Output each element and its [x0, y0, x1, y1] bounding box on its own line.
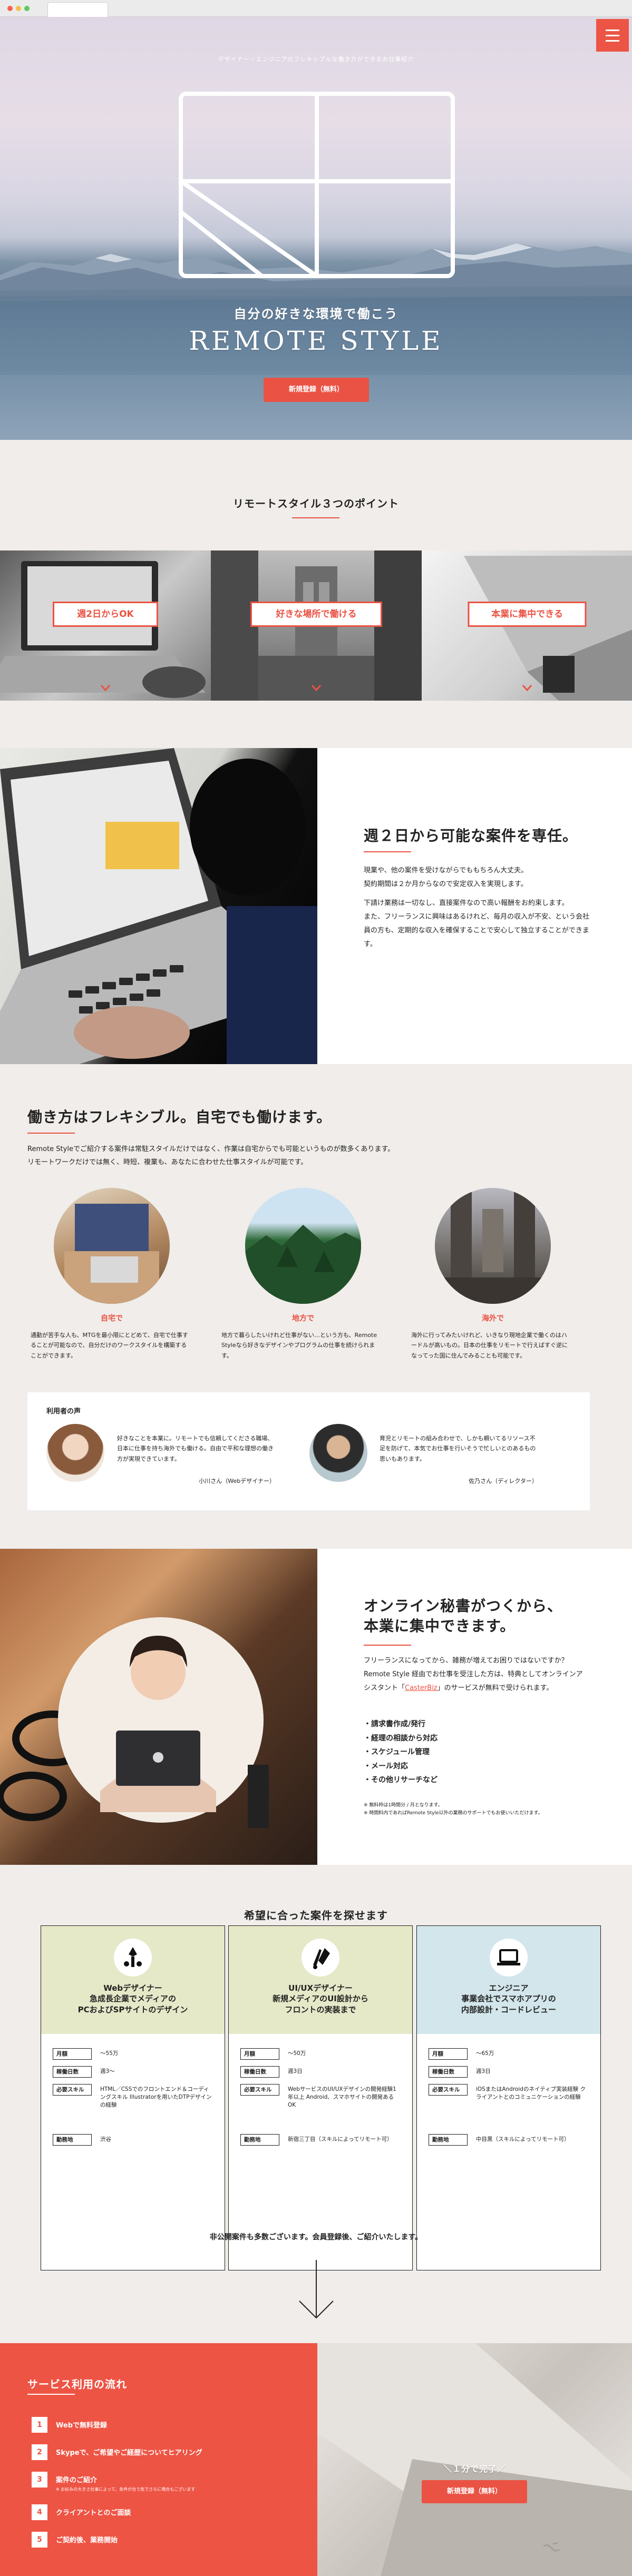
page: デザイナー・エンジニアのフレキシブルな働き方ができるお仕事紹介 自分の好きな環境… [0, 0, 632, 2576]
service-flow-underline [27, 2394, 75, 2395]
ui-designer-icon [302, 1939, 339, 1977]
list-item: ・経理の相談から対応 [364, 1734, 437, 1743]
list-item: ・その他リサーチなど [364, 1776, 437, 1785]
voice-name-2: 佐乃さん（ディレクター） [469, 1478, 538, 1484]
points-strip: 週2日からOK 好きな場所で働ける 本業に集中できる [0, 550, 632, 701]
voice-text-1: 好きなことを本業に。リモートでも信頼してくださる職場、日本に仕事を持ち海外でも働… [117, 1435, 274, 1462]
browser-titlebar [0, 0, 632, 17]
avatar [309, 1424, 367, 1482]
hero-tagline: デザイナー・エンジニアのフレキシブルな働き方ができるお仕事紹介 [218, 56, 414, 63]
job-card-web-designer[interactable]: Webデザイナー 急成長企業でメディアの PCおよびSPサイトのデザイン 月額〜… [41, 1925, 225, 2270]
voice-text-2: 育児とリモートの組み合わせで、しかも頼いてるリソース不足を防げて、本気でお仕事を… [380, 1435, 536, 1462]
laptop-work-photo [0, 748, 317, 1064]
point-panel-3[interactable]: 本業に集中できる [422, 550, 632, 701]
secretary-section: オンライン秘書がつくから、 本業に集中できます。 フリーランスになってから、雑務… [0, 1549, 632, 1865]
signup-panel: ⌥ ＼１分で完了／ 新規登録（無料） [317, 2343, 632, 2576]
secretary-body: フリーランスになってから、雑務が増えてお困りではないですか？ Remote St… [364, 1657, 583, 1692]
points-title-underline [292, 517, 339, 518]
place-label-overseas: 海外で [482, 1314, 504, 1323]
window-logo-icon [179, 92, 455, 278]
flexible-title-underline [27, 1133, 75, 1134]
hero-signup-button[interactable]: 新規登録（無料） [264, 378, 369, 402]
close-window-dot[interactable] [7, 6, 13, 11]
arrow-down-icon [299, 2260, 334, 2319]
svg-text:⌥: ⌥ [541, 2537, 561, 2558]
flexible-section: 働き方はフレキシブル。自宅でも働けます。 Remote Styleでご紹介する案… [0, 1064, 632, 1549]
job-card-header: Webデザイナー 急成長企業でメディアの PCおよびSPサイトのデザイン [41, 1926, 225, 2034]
secretary-photo [0, 1549, 317, 1865]
feature-title: 週２日から可能な案件を専任。 [364, 827, 578, 844]
web-designer-icon [114, 1939, 152, 1977]
feature-text-panel: 週２日から可能な案件を専任。 現業や、他の案件を受けながらでももちろん大丈夫。 … [317, 748, 632, 1064]
user-voices-box: 利用者の声 好きなことを本業に。リモートでも信頼してくださる職場、日本に仕事を持… [27, 1392, 590, 1510]
place-desc-rural: 地方で暮らしたいけれど仕事がない…という方も、Remote Styleなら好きな… [221, 1332, 377, 1359]
point-panel-1[interactable]: 週2日からOK [0, 550, 211, 701]
service-flow-panel: サービス利用の流れ 1 Webで無料登録 2 Skypeで、ご希望やご経歴についてヒ… [0, 2343, 317, 2576]
jobs-title: 希望に合った案件を探せます [244, 1909, 388, 1922]
place-desc-overseas: 海外に行ってみたいけれど、いきなり現地企業で働くのはハードルが高いもの。日本の仕… [411, 1332, 568, 1359]
avatar [46, 1424, 104, 1482]
overseas-photo [435, 1188, 551, 1304]
secretary-title-underline [364, 1645, 411, 1646]
job-card-title: エンジニア 事業会社でスマホアプリの 内部設計・コードレビュー [461, 1983, 556, 2014]
service-flow-title: サービス利用の流れ [27, 2378, 127, 2391]
secretary-notes: ※ 無料枠は1時間分 / 月となります。 ※ 時間料内であればRemote St… [364, 1803, 543, 1816]
laptop-closeup-photo: ⌥ [317, 2343, 632, 2576]
chevron-down-icon [522, 685, 532, 692]
chevron-down-icon [100, 685, 111, 692]
voice-name-1: 小川さん（Webデザイナー） [199, 1478, 275, 1484]
hero-title: REMOTE STYLE [189, 326, 443, 356]
service-flow-section: サービス利用の流れ 1 Webで無料登録 2 Skypeで、ご希望やご経歴についてヒ… [0, 2343, 632, 2576]
secretary-text-panel: オンライン秘書がつくから、 本業に集中できます。 フリーランスになってから、雑務… [317, 1549, 632, 1865]
place-label-rural: 地方で [292, 1314, 314, 1323]
points-title: リモートスタイル３つのポイント [233, 497, 399, 510]
chevron-down-icon [311, 685, 322, 692]
footer-signup-button[interactable]: 新規登録（無料） [422, 2480, 527, 2503]
point-panel-2[interactable]: 好きな場所で働ける [211, 550, 422, 701]
voices-title: 利用者の声 [46, 1408, 81, 1415]
place-desc-home: 通勤が苦手な人も、MTGを最小限にとどめて、自宅で仕事することが可能なので、自分… [31, 1332, 188, 1359]
list-item: ・メール対応 [364, 1762, 408, 1771]
job-card-engineer[interactable]: エンジニア 事業会社でスマホアプリの 内部設計・コードレビュー 月額 〜65万 稼… [416, 1925, 601, 2270]
jobs-footer-note: 非公開案件も多数ございます。会員登録後、ご紹介いたします。 [209, 2233, 423, 2241]
maximize-window-dot[interactable] [24, 6, 30, 11]
casterbiz-link[interactable]: CasterBiz [405, 1684, 437, 1692]
hamburger-menu-icon[interactable] [596, 19, 629, 52]
job-card-title: Webデザイナー 急成長企業でメディアの PCおよびSPサイトのデザイン [77, 1983, 188, 2014]
feature-body: 現業や、他の案件を受けながらでももちろん大丈夫。 契約期間は２か月からなので安定… [364, 867, 590, 948]
job-card-ui-designer[interactable]: UI/UXデザイナー 新規メディアのUI設計から フロントの実装まで 月額 〜50… [228, 1925, 413, 2270]
hero-subtitle: 自分の好きな環境で働こう [234, 307, 398, 321]
secretary-title: オンライン秘書がつくから、 本業に集中できます。 [364, 1597, 563, 1635]
point-label-1: 週2日からOK [53, 602, 158, 627]
laptop-icon [490, 1939, 528, 1977]
point-label-3: 本業に集中できる [468, 602, 587, 627]
feature-section-part-time: 週２日から可能な案件を専任。 現業や、他の案件を受けながらでももちろん大丈夫。 … [0, 748, 632, 1064]
job-card-header: UI/UXデザイナー 新規メディアのUI設計から フロントの実装まで [229, 1926, 412, 2034]
home-photo [54, 1188, 170, 1304]
flexible-intro: Remote Styleでご紹介する案件は常駐スタイルだけではなく、作業は自宅か… [27, 1145, 395, 1166]
browser-tab[interactable] [47, 2, 108, 17]
flexible-title: 働き方はフレキシブル。自宅でも働けます。 [27, 1108, 332, 1126]
signup-caption: ＼１分で完了／ [443, 2464, 506, 2474]
job-card-title: UI/UXデザイナー 新規メディアのUI設計から フロントの実装まで [273, 1983, 368, 2014]
list-item: ・請求書作成/発行 [364, 1720, 426, 1728]
countryside-photo [245, 1188, 361, 1304]
place-label-home: 自宅で [101, 1314, 123, 1323]
minimize-window-dot[interactable] [16, 6, 21, 11]
secretary-service-list: ・請求書作成/発行 ・経理の相談から対応 ・スケジュール管理 ・メール対応 ・そ… [364, 1717, 437, 1787]
point-label-2: 好きな場所で働ける [250, 602, 382, 627]
job-card-header: エンジニア 事業会社でスマホアプリの 内部設計・コードレビュー [417, 1926, 600, 2034]
list-item: ・スケジュール管理 [364, 1748, 430, 1757]
hero-section: デザイナー・エンジニアのフレキシブルな働き方ができるお仕事紹介 自分の好きな環境… [0, 17, 632, 440]
feature-title-underline [364, 851, 411, 852]
